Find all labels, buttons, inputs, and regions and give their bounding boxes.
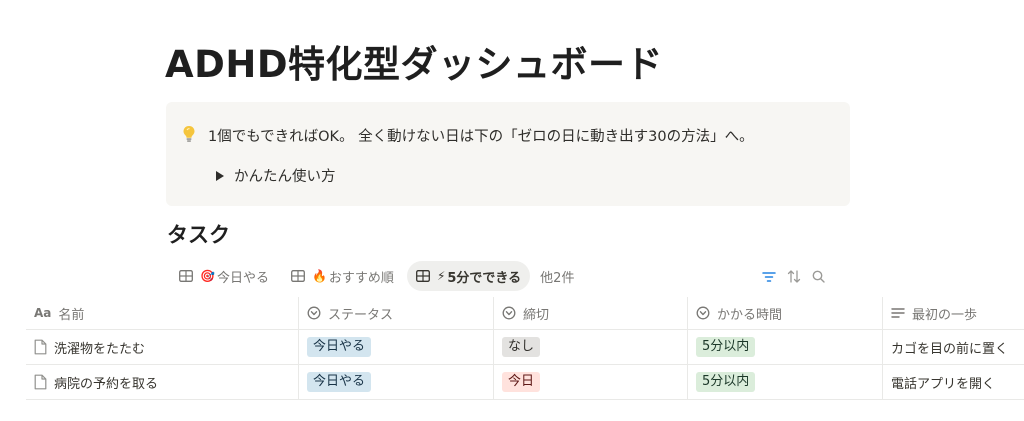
deadline-tag: 今日	[502, 372, 541, 392]
table-view-icon	[415, 270, 430, 282]
status-tag: 今日やる	[307, 337, 372, 357]
fire-emoji-icon: 🔥	[311, 269, 327, 283]
status-property-icon	[307, 306, 321, 320]
tab-label: おすすめ順	[328, 270, 394, 286]
status-tag: 今日やる	[307, 372, 372, 392]
tab-recommended[interactable]: 🔥 おすすめ順	[282, 261, 403, 291]
notion-page: ADHD特化型ダッシュボード 1個でもできればOK。 全く動けない日は下の「ゼロ…	[0, 0, 1024, 421]
callout-text: 1個でもできればOK。 全く動けない日は下の「ゼロの日に動き出す30の方法」へ。	[208, 129, 754, 145]
select-property-icon	[502, 306, 516, 320]
row-title: 病院の予約を取る	[54, 376, 159, 392]
column-header-duration[interactable]: かかる時間	[688, 297, 883, 329]
table-row[interactable]: 洗濯物をたたむ 今日やる なし 5分以内 カゴを目の前に置く	[26, 330, 1024, 365]
search-icon[interactable]	[812, 268, 825, 287]
target-emoji-icon: 🎯	[200, 269, 215, 283]
column-header-first-step[interactable]: 最初の一歩	[883, 297, 1024, 329]
database-table: Aa 名前 ステータス 締切 かかる時間 最初の一歩 洗濯物をたたむ 今日やる …	[26, 297, 1024, 400]
duration-cell[interactable]: 5分以内	[688, 330, 883, 364]
sort-icon[interactable]	[787, 268, 801, 287]
filter-icon[interactable]	[762, 268, 776, 287]
toggle-block[interactable]: かんたん使い方	[216, 165, 336, 186]
status-cell[interactable]: 今日やる	[299, 330, 494, 364]
text-property-icon	[891, 308, 905, 318]
column-label: 最初の一歩	[912, 307, 978, 323]
tab-today[interactable]: 🎯 今日やる	[170, 261, 278, 291]
first-step-text: カゴを目の前に置く	[891, 341, 1009, 357]
table-header-row: Aa 名前 ステータス 締切 かかる時間 最初の一歩	[26, 297, 1024, 330]
column-label: ステータス	[328, 307, 394, 323]
text-type-icon: Aa	[34, 306, 52, 320]
table-row[interactable]: 病院の予約を取る 今日やる 今日 5分以内 電話アプリを開く	[26, 365, 1024, 400]
callout-block[interactable]: 1個でもできればOK。 全く動けない日は下の「ゼロの日に動き出す30の方法」へ。…	[166, 102, 850, 206]
column-header-name[interactable]: Aa 名前	[26, 297, 299, 329]
deadline-cell[interactable]: 今日	[494, 365, 688, 399]
page-document-icon	[34, 339, 47, 355]
deadline-tag: なし	[502, 337, 541, 357]
lightning-emoji-icon: ⚡	[436, 269, 446, 283]
column-label: かかる時間	[717, 307, 783, 323]
first-step-text: 電話アプリを開く	[891, 376, 996, 392]
duration-tag: 5分以内	[696, 372, 756, 392]
tab-label: 5分でできる	[447, 270, 522, 286]
page-document-icon	[34, 374, 47, 390]
more-views-button[interactable]: 他2件	[534, 267, 580, 286]
tab-label: 今日やる	[216, 270, 269, 286]
toggle-arrow-icon[interactable]	[216, 170, 224, 181]
lightbulb-icon[interactable]	[182, 125, 196, 143]
tab-five-minutes[interactable]: ⚡ 5分でできる	[406, 261, 531, 291]
page-title[interactable]: ADHD特化型ダッシュボード	[165, 34, 663, 88]
database-tools	[762, 268, 825, 287]
table-view-icon	[291, 270, 305, 282]
duration-cell[interactable]: 5分以内	[688, 365, 883, 399]
column-label: 名前	[58, 307, 85, 323]
database-title[interactable]: タスク	[167, 219, 230, 249]
column-header-status[interactable]: ステータス	[299, 297, 494, 329]
row-title: 洗濯物をたたむ	[54, 341, 146, 357]
first-step-cell[interactable]: カゴを目の前に置く	[883, 330, 1024, 364]
column-header-deadline[interactable]: 締切	[494, 297, 688, 329]
status-cell[interactable]: 今日やる	[299, 365, 494, 399]
view-tabs: 🎯 今日やる 🔥 おすすめ順 ⚡ 5分でできる 他2件	[170, 261, 580, 291]
select-property-icon	[696, 306, 710, 320]
deadline-cell[interactable]: なし	[494, 330, 688, 364]
toggle-label[interactable]: かんたん使い方	[234, 165, 336, 186]
column-label: 締切	[523, 307, 550, 323]
name-cell[interactable]: 病院の予約を取る	[26, 365, 299, 399]
table-view-icon	[179, 270, 193, 282]
name-cell[interactable]: 洗濯物をたたむ	[26, 330, 299, 364]
duration-tag: 5分以内	[696, 337, 756, 357]
first-step-cell[interactable]: 電話アプリを開く	[883, 365, 1024, 399]
